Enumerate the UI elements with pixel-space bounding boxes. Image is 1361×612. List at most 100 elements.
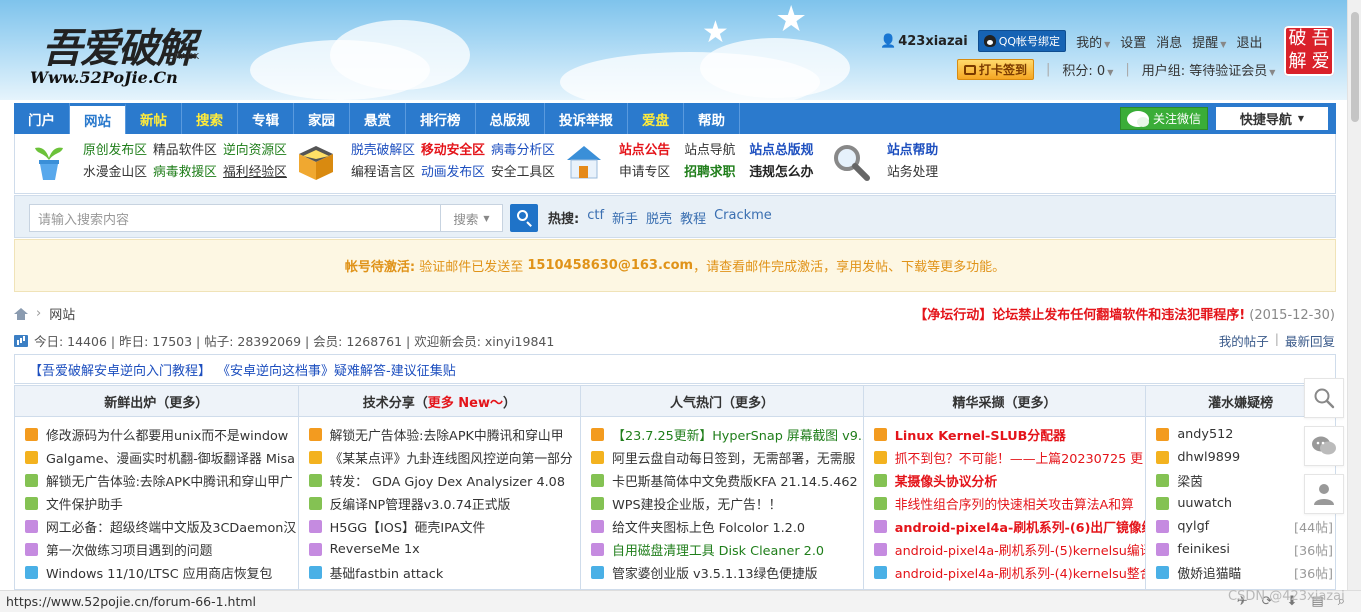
settings-link[interactable]: 设置 xyxy=(1120,32,1146,51)
thread-title[interactable]: uuwatch xyxy=(1177,496,1232,511)
list-item[interactable]: 某摄像头协议分析 xyxy=(873,469,1146,492)
list-item[interactable]: android-pixel4a-刷机系列-(5)kernelsu编译 xyxy=(873,538,1146,561)
thread-title[interactable]: Windows 11/10/LTSC 应用商店恢复包 xyxy=(46,563,272,582)
forum-link[interactable]: 动画发布区 xyxy=(421,165,485,180)
forum-link[interactable]: 站点帮助 xyxy=(887,143,938,158)
thread-title[interactable]: android-pixel4a-刷机系列-(4)kernelsu整合 xyxy=(895,563,1146,582)
points-link[interactable]: 积分: 0 ▼ xyxy=(1062,60,1113,79)
list-item[interactable]: 第一次做练习项目遇到的问题 xyxy=(25,538,298,561)
list-item[interactable]: WPS建投企业版，无广告！！ xyxy=(591,492,863,515)
forum-link[interactable]: 站务处理 xyxy=(887,165,938,180)
quick-nav-button[interactable]: 快捷导航 ▼ xyxy=(1216,107,1328,130)
list-item[interactable]: 傲娇追猫瞄 [36帖] xyxy=(1156,561,1335,584)
side-user-button[interactable] xyxy=(1304,474,1344,514)
list-item[interactable]: 非线性组合序列的快速相关攻击算法A和算 xyxy=(873,492,1146,515)
reminders-link[interactable]: 提醒 ▼ xyxy=(1192,32,1226,51)
messages-link[interactable]: 消息 xyxy=(1156,32,1182,51)
usergroup-link[interactable]: 用户组: 等待验证会员 ▼ xyxy=(1142,60,1276,79)
thread-title[interactable]: 修改源码为什么都要用unix而不是window xyxy=(46,425,288,444)
forum-link[interactable]: 申请专区 xyxy=(619,165,670,180)
forum-link[interactable]: 站点导航 xyxy=(684,143,735,158)
thread-title[interactable]: 解锁无广告体验:去除APK中腾讯和穿山甲 xyxy=(330,425,564,444)
thread-title[interactable]: andy512 xyxy=(1177,427,1233,442)
column-header[interactable]: 精华采撷（更多） xyxy=(863,386,1146,417)
thread-title[interactable]: 《某某点评》九卦连线图风控逆向第一部分 xyxy=(330,448,573,467)
list-item[interactable]: 抓不到包？不可能！——上篇20230725 更 xyxy=(873,446,1146,469)
thread-title[interactable]: 傲娇追猫瞄 xyxy=(1177,563,1241,582)
side-wechat-button[interactable] xyxy=(1304,426,1344,466)
hot-keyword[interactable]: Crackme xyxy=(714,208,772,227)
thread-title[interactable]: 某摄像头协议分析 xyxy=(895,471,997,490)
forum-link[interactable]: 病毒救援区 xyxy=(153,165,217,180)
list-item[interactable]: Galgame、漫画实时机翻-御坂翻译器 Misa xyxy=(25,446,298,469)
nav-item[interactable]: 帮助 xyxy=(684,103,740,134)
column-more-link[interactable]: 更多 New～ xyxy=(428,392,503,411)
thread-title[interactable]: dhwl9899 xyxy=(1177,450,1240,465)
forum-link[interactable]: 逆向资源区 xyxy=(223,143,287,158)
nav-item[interactable]: 排行榜 xyxy=(406,103,476,134)
announcement-link[interactable]: 《安卓逆向这档事》疑难解答-建议征集贴 xyxy=(217,360,456,379)
thread-title[interactable]: 网工必备：超级终端中文版及3CDaemon汉 xyxy=(46,517,296,536)
hot-keyword[interactable]: ctf xyxy=(587,208,604,227)
latest-replies-link[interactable]: 最新回复 xyxy=(1285,331,1335,350)
thread-title[interactable]: Galgame、漫画实时机翻-御坂翻译器 Misa xyxy=(46,448,295,467)
list-item[interactable]: 解锁无广告体验:去除APK中腾讯和穿山甲广 xyxy=(25,469,298,492)
column-header[interactable]: 人气热门（更多） xyxy=(581,386,863,417)
logout-link[interactable]: 退出 xyxy=(1236,32,1262,51)
thread-title[interactable]: H5GG【IOS】砸壳IPA文件 xyxy=(330,517,486,536)
list-item[interactable]: H5GG【IOS】砸壳IPA文件 xyxy=(308,515,581,538)
thread-title[interactable]: 基础fastbin attack xyxy=(330,563,444,582)
thread-title[interactable]: 【23.7.25更新】HyperSnap 屏幕截图 v9.2. xyxy=(612,425,863,444)
thread-title[interactable]: 反编译NP管理器v3.0.74正式版 xyxy=(330,494,511,513)
thread-title[interactable]: android-pixel4a-刷机系列-(5)kernelsu编译 xyxy=(895,540,1146,559)
thread-title[interactable]: 转发： GDA Gjoy Dex Analysizer 4.08 xyxy=(330,471,565,490)
forum-link[interactable]: 精品软件区 xyxy=(153,143,217,158)
nav-item[interactable]: 家园 xyxy=(294,103,350,134)
nav-item[interactable]: 新帖 xyxy=(126,103,182,134)
thread-title[interactable]: feinikesi xyxy=(1177,542,1230,557)
thread-title[interactable]: Linux Kernel-SLUB分配器 xyxy=(895,425,1066,444)
checkin-button[interactable]: 打卡签到 xyxy=(957,59,1035,80)
thread-title[interactable]: WPS建投企业版，无广告！！ xyxy=(612,494,781,513)
forum-link[interactable]: 水漫金山区 xyxy=(83,165,147,180)
list-item[interactable]: 《某某点评》九卦连线图风控逆向第一部分 xyxy=(308,446,581,469)
thread-title[interactable]: 非线性组合序列的快速相关攻击算法A和算 xyxy=(895,494,1134,513)
list-item[interactable]: 阿里云盘自动每日签到，无需部署，无需服 xyxy=(591,446,863,469)
search-type-select[interactable]: 搜索 ▼ xyxy=(441,204,503,232)
list-item[interactable]: 基础fastbin attack xyxy=(308,561,581,584)
hot-keyword[interactable]: 新手 xyxy=(612,208,638,227)
follow-wechat-button[interactable]: 关注微信 xyxy=(1119,107,1208,130)
nav-item[interactable]: 投诉举报 xyxy=(545,103,628,134)
nav-item[interactable]: 搜索 xyxy=(182,103,238,134)
list-item[interactable]: 反编译NP管理器v3.0.74正式版 xyxy=(308,492,581,515)
thread-title[interactable]: ReverseMe 1x xyxy=(330,542,420,557)
thread-title[interactable]: 自用磁盘清理工具 Disk Cleaner 2.0 xyxy=(612,540,824,559)
scrollbar-thumb[interactable] xyxy=(1351,12,1359,122)
thread-title[interactable]: 卡巴斯基简体中文免费版KFA 21.14.5.462 xyxy=(612,471,858,490)
nav-item[interactable]: 悬赏 xyxy=(350,103,406,134)
forum-link[interactable]: 病毒分析区 xyxy=(491,143,555,158)
list-item[interactable]: Linux Kernel-SLUB分配器 xyxy=(873,423,1146,446)
breadcrumb-current[interactable]: 网站 xyxy=(49,304,75,323)
thread-title[interactable]: 文件保护助手 xyxy=(46,494,123,513)
column-header[interactable]: 技术分享（ 更多 New～） xyxy=(298,386,581,417)
nav-item[interactable]: 门户 xyxy=(14,103,70,134)
list-item[interactable]: 解锁无广告体验:去除APK中腾讯和穿山甲 xyxy=(308,423,581,446)
forum-link[interactable]: 安全工具区 xyxy=(491,165,555,180)
side-search-button[interactable] xyxy=(1304,378,1344,418)
list-item[interactable]: 修改源码为什么都要用unix而不是window xyxy=(25,423,298,446)
home-icon[interactable] xyxy=(14,307,28,320)
thread-title[interactable]: 梁茵 xyxy=(1177,471,1203,490)
hot-keyword[interactable]: 脱壳 xyxy=(646,208,672,227)
notice-link[interactable]: 【净坛行动】论坛禁止发布任何翻墙软件和违法犯罪程序! xyxy=(914,308,1245,323)
list-item[interactable]: 文件保护助手 xyxy=(25,492,298,515)
list-item[interactable]: 网工必备：超级终端中文版及3CDaemon汉 xyxy=(25,515,298,538)
thread-title[interactable]: 解锁无广告体验:去除APK中腾讯和穿山甲广 xyxy=(46,471,293,490)
column-header[interactable]: 新鲜出炉（更多） xyxy=(15,386,298,417)
list-item[interactable]: Windows 11/10/LTSC 应用商店恢复包 xyxy=(25,561,298,584)
list-item[interactable]: feinikesi [36帖] xyxy=(1156,538,1335,561)
list-item[interactable]: ReverseMe 1x xyxy=(308,538,581,561)
forum-link[interactable]: 招聘求职 xyxy=(684,165,735,180)
thread-title[interactable]: 给文件夹图标上色 Folcolor 1.2.0 xyxy=(612,517,805,536)
thread-title[interactable]: android-pixel4a-刷机系列-(6)出厂镜像编 xyxy=(895,517,1146,536)
